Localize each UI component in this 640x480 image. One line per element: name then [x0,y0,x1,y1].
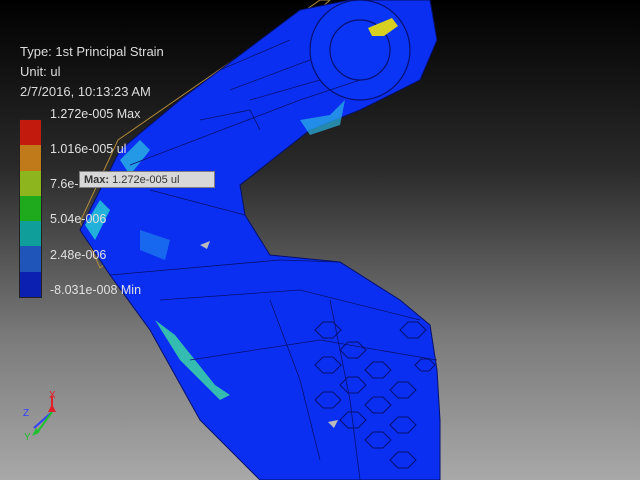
legend-color-segment [20,195,41,222]
legend-color-segment [20,271,41,298]
legend-color-segment [20,145,41,172]
max-probe-prefix: Max: [84,174,110,186]
legend-label-5: 2.48e-006 [50,248,107,262]
fea-strain-model[interactable] [0,0,640,480]
upper-boss [309,0,411,101]
result-date-text: 2/7/2016, 10:13:23 AM [20,84,151,99]
legend-label-4: 5.04e-006 [50,212,107,226]
max-probe-label[interactable]: Max: 1.272e-005 ul [79,171,215,188]
legend-color-segment [20,170,41,197]
legend-label-max: 1.272e-005 Max [50,107,141,121]
triad-x-label: X [49,390,56,401]
result-unit-text: Unit: ul [20,64,61,79]
result-type-text: Type: 1st Principal Strain [20,44,164,59]
legend-label-min: -8.031e-008 Min [50,283,142,297]
legend-color-segment [20,120,41,146]
max-probe-value: 1.272e-005 ul [112,174,180,186]
color-legend-bar [19,119,42,298]
triad-y-label: Y [24,432,31,442]
legend-color-segment [20,246,41,273]
view-triad[interactable]: X Z Y [18,390,62,442]
legend-label-2: 1.016e-005 ul [50,142,127,156]
triad-z-label: Z [23,408,29,419]
graphics-viewport[interactable]: Type: 1st Principal Strain Unit: ul 2/7/… [0,0,640,480]
legend-color-segment [20,221,41,247]
triad-x-arrow-icon [48,404,56,412]
